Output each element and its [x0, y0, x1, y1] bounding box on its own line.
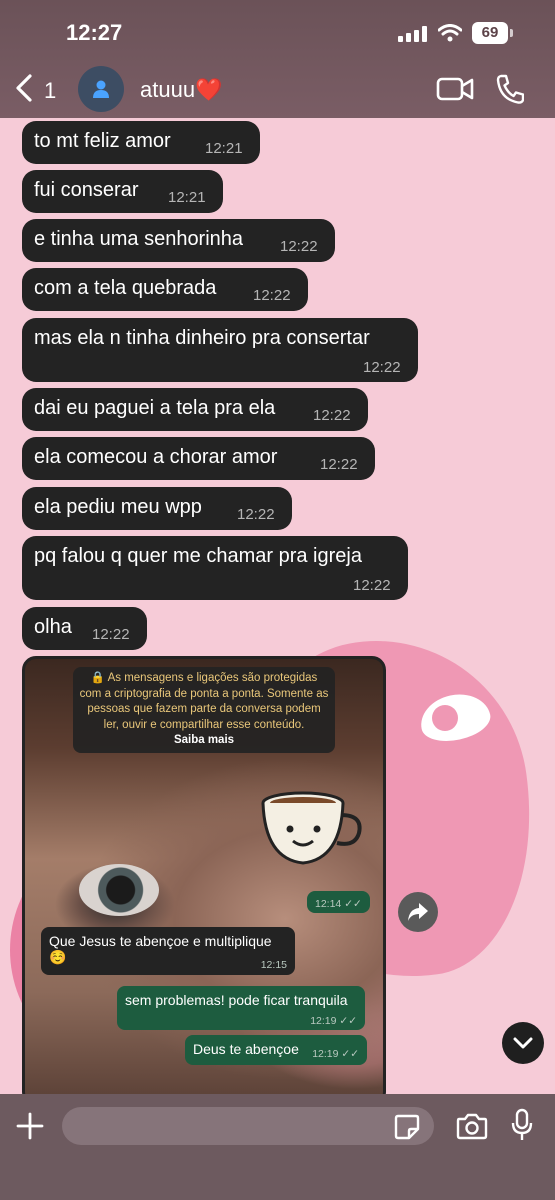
inner-message-time: 12:15	[260, 959, 287, 971]
message-text: com a tela quebrada	[34, 277, 217, 299]
inner-message-text: Deus te abençoe	[193, 1041, 299, 1057]
avatar[interactable]	[78, 66, 124, 112]
sticker-time-badge: 12:14 ✓✓	[307, 891, 370, 913]
chat-header: 1 atuuu❤️	[0, 64, 555, 114]
message-time: 12:22	[280, 238, 318, 255]
cellular-signal-icon	[398, 26, 427, 42]
inner-message-time: 12:19 ✓✓	[310, 1015, 357, 1027]
inner-message-time: 12:19 ✓✓	[312, 1048, 359, 1060]
wallpaper-eye-pupil	[432, 705, 458, 731]
chevron-down-icon	[513, 1037, 533, 1049]
sticker-time: 12:14 ✓✓	[315, 898, 362, 910]
learn-more-link: Saiba mais	[173, 734, 235, 746]
phone-call-icon[interactable]	[496, 74, 524, 104]
back-chevron-icon[interactable]	[14, 74, 34, 102]
message-time: 12:22	[92, 626, 130, 643]
message-text: olha	[34, 616, 72, 638]
unread-count[interactable]: 1	[44, 78, 56, 104]
inner-message-out: sem problemas! pode ficar tranquila 12:1…	[117, 986, 365, 1030]
battery-level: 69	[481, 24, 499, 41]
message-time: 12:22	[313, 407, 351, 424]
message-text: e tinha uma senhorinha	[34, 228, 244, 250]
message-time: 12:22	[353, 577, 391, 594]
message-time: 12:21	[205, 140, 243, 157]
message-bubble[interactable]: ela pediu meu wpp 12:22	[22, 487, 292, 530]
message-input[interactable]	[62, 1107, 434, 1145]
message-time: 12:22	[320, 456, 358, 473]
message-bubble[interactable]: mas ela n tinha dinheiro pra consertar 1…	[22, 318, 418, 382]
encryption-notice-text: 🔒 As mensagens e ligações são protegidas…	[79, 672, 329, 731]
message-text: mas ela n tinha dinheiro pra consertar	[34, 327, 370, 349]
message-time: 12:22	[363, 359, 401, 376]
message-text: fui conserar	[34, 179, 139, 201]
image-message[interactable]: 🔒 As mensagens e ligações são protegidas…	[22, 656, 386, 1106]
message-bubble[interactable]: to mt feliz amor 12:21	[22, 121, 260, 164]
inner-message-text: Que Jesus te abençoe e multiplique ☺️	[49, 933, 272, 965]
message-text: ela pediu meu wpp	[34, 496, 202, 518]
message-bubble[interactable]: com a tela quebrada 12:22	[22, 268, 308, 311]
scroll-to-bottom-button[interactable]	[502, 1022, 544, 1064]
message-text: dai eu paguei a tela pra ela	[34, 397, 276, 419]
status-bar: 12:27 69	[0, 18, 555, 50]
camera-icon[interactable]	[456, 1112, 488, 1140]
microphone-icon[interactable]	[510, 1108, 534, 1142]
inner-message-out: Deus te abençoe 12:19 ✓✓	[185, 1035, 367, 1065]
plus-icon[interactable]	[16, 1112, 44, 1140]
composer-bar	[0, 1094, 555, 1200]
photo-eye	[79, 864, 159, 916]
battery-icon: 69	[472, 22, 508, 44]
message-bubble[interactable]: pq falou q quer me chamar pra igreja 12:…	[22, 536, 408, 600]
message-bubble[interactable]: dai eu paguei a tela pra ela 12:22	[22, 388, 368, 431]
encryption-notice: 🔒 As mensagens e ligações são protegidas…	[73, 667, 335, 753]
sticker-icon[interactable]	[394, 1114, 420, 1140]
message-time: 12:21	[168, 189, 206, 206]
wifi-icon	[438, 24, 462, 42]
message-bubble[interactable]: e tinha uma senhorinha 12:22	[22, 219, 335, 262]
video-call-icon[interactable]	[436, 76, 474, 102]
message-text: pq falou q quer me chamar pra igreja	[34, 545, 362, 567]
inner-message-text: sem problemas! pode ficar tranquila	[125, 992, 348, 1008]
message-text: ela comecou a chorar amor	[34, 446, 278, 468]
message-bubble[interactable]: ela comecou a chorar amor 12:22	[22, 437, 375, 480]
contact-name[interactable]: atuuu❤️	[140, 77, 222, 103]
message-bubble[interactable]: olha 12:22	[22, 607, 147, 650]
chat-header-area: 12:27 69 1 atuuu❤️	[0, 0, 555, 118]
message-text: to mt feliz amor	[34, 130, 171, 152]
forward-button[interactable]	[398, 892, 438, 932]
coffee-sticker-icon	[261, 791, 362, 865]
message-time: 12:22	[237, 506, 275, 523]
person-icon	[93, 80, 109, 98]
status-time: 12:27	[66, 20, 123, 45]
forward-icon	[408, 903, 428, 921]
message-bubble[interactable]: fui conserar 12:21	[22, 170, 223, 213]
message-time: 12:22	[253, 287, 291, 304]
battery-tip	[510, 29, 513, 37]
inner-message-in: Que Jesus te abençoe e multiplique ☺️ 12…	[41, 927, 295, 975]
